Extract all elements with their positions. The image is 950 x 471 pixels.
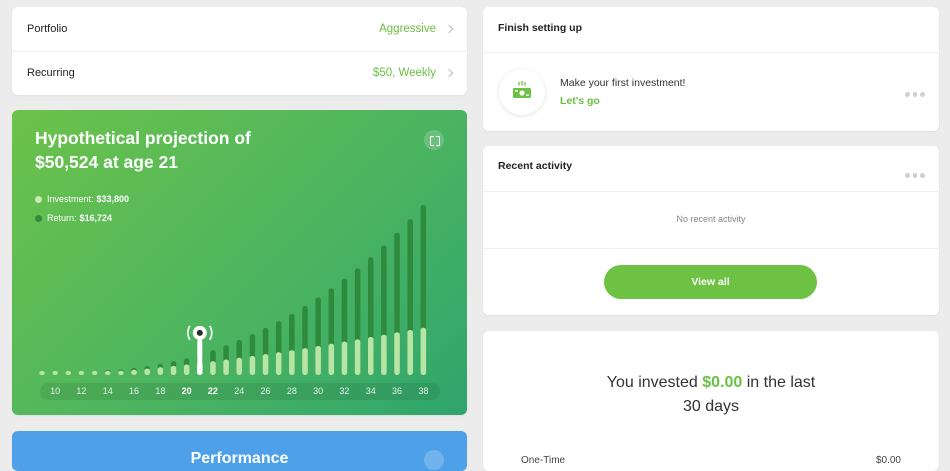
bar-investment	[144, 368, 150, 375]
bar-return	[341, 278, 348, 344]
bar-investment	[210, 361, 216, 375]
bar-return	[407, 219, 413, 333]
bar-investment	[170, 365, 177, 375]
x-tick-label: 12	[76, 386, 87, 396]
recurring-row[interactable]: Recurring $50, Weekly	[12, 51, 467, 95]
x-tick-label: 30	[313, 386, 324, 396]
selection-marker-icon[interactable]	[187, 325, 213, 375]
bar-return	[223, 345, 229, 362]
performance-card: Performance	[12, 431, 467, 471]
x-tick-label: 14	[102, 386, 113, 396]
bar-return	[368, 257, 374, 340]
bar-return	[302, 305, 308, 351]
bar-investment	[420, 327, 427, 375]
invested-period: 30 days	[682, 398, 740, 415]
x-tick-label: 22	[207, 386, 218, 396]
activity-header: Recent activity	[498, 160, 573, 172]
portfolio-label: Portfolio	[27, 23, 68, 35]
bar-return	[289, 313, 295, 353]
bar-investment	[302, 348, 308, 375]
invested-summary: You invested $0.00 in the last 30 days	[483, 371, 939, 419]
bar-investment	[328, 343, 335, 375]
x-tick-label: 18	[155, 386, 166, 396]
bar-investment	[223, 359, 229, 375]
x-tick-label: 32	[339, 386, 350, 396]
x-tick-label: 28	[286, 386, 297, 396]
bar-investment	[91, 371, 98, 375]
performance-title: Performance	[190, 450, 289, 467]
x-tick-label: 24	[234, 386, 245, 396]
bar-return	[328, 288, 335, 346]
invested-card: You invested $0.00 in the last 30 days O…	[483, 331, 939, 471]
bar-investment	[341, 341, 348, 375]
setup-card: Finish setting up Make your first invest…	[483, 7, 939, 131]
bar-investment	[407, 330, 413, 375]
bar-investment	[275, 352, 282, 375]
projection-chart[interactable]	[12, 110, 467, 415]
divider	[483, 191, 939, 192]
chevron-right-icon	[444, 68, 454, 78]
invested-suffix: in the last	[746, 374, 816, 391]
setup-header: Finish setting up	[498, 22, 582, 34]
bar-return	[394, 232, 400, 335]
x-axis: 10 12 14 16 18 20 22 24 26 28 30 32 34 36 38	[40, 383, 440, 400]
bar-investment	[105, 371, 111, 375]
bar-return	[315, 297, 321, 348]
projection-card: Hypothetical projection of $50,524 at ag…	[12, 110, 467, 415]
bar-investment	[39, 371, 45, 375]
portfolio-card: Portfolio Aggressive Recurring $50, Week…	[12, 7, 467, 95]
x-tick-label: 10	[50, 386, 61, 396]
setup-item-title: Make your first investment!	[560, 77, 686, 89]
bar-investment	[236, 357, 242, 375]
chevron-right-icon	[444, 24, 454, 34]
bar-investment	[289, 350, 295, 375]
expand-icon[interactable]	[424, 450, 444, 470]
more-options-icon[interactable]	[905, 92, 925, 97]
portfolio-value: Aggressive	[379, 23, 436, 35]
bar-return	[420, 205, 427, 330]
x-tick-label: 26	[260, 386, 271, 396]
bar-investment	[262, 354, 269, 375]
portfolio-row[interactable]: Portfolio Aggressive	[12, 7, 467, 51]
bar-investment	[157, 367, 164, 375]
bar-investment	[183, 364, 190, 375]
bar-investment	[368, 337, 374, 375]
bar-return	[275, 321, 282, 355]
x-tick-label: 38	[418, 386, 429, 396]
x-tick-label: 20	[181, 386, 192, 396]
x-tick-label: 36	[392, 386, 403, 396]
empty-activity-text: No recent activity	[676, 214, 746, 224]
bar-return	[354, 268, 361, 342]
invested-prefix: You invested	[606, 374, 698, 391]
bar-investment	[315, 345, 321, 375]
bar-investment	[394, 332, 400, 375]
bar-investment	[249, 356, 256, 375]
bar-return	[249, 334, 256, 359]
recurring-value: $50, Weekly	[372, 67, 436, 79]
view-all-button[interactable]: View all	[604, 265, 817, 299]
bar-return	[381, 245, 387, 337]
bar-investment	[131, 369, 137, 375]
bar-investment	[52, 371, 58, 375]
bar-investment	[65, 371, 72, 375]
bar-investment	[78, 371, 85, 375]
x-tick-label: 16	[129, 386, 140, 396]
more-options-icon[interactable]	[905, 173, 925, 178]
invested-amount: $0.00	[702, 374, 743, 391]
bar-investment	[381, 334, 387, 375]
bar-return	[262, 327, 269, 357]
x-tick-label: 34	[365, 386, 376, 396]
divider	[483, 52, 939, 53]
bar-investment	[354, 339, 361, 375]
bar-return	[236, 339, 242, 360]
bar-investment	[118, 370, 124, 375]
lets-go-link[interactable]: Let's go	[560, 95, 600, 107]
activity-card: Recent activity No recent activity View …	[483, 146, 939, 315]
money-icon	[499, 69, 545, 115]
divider	[483, 248, 939, 249]
recurring-label: Recurring	[27, 67, 75, 79]
